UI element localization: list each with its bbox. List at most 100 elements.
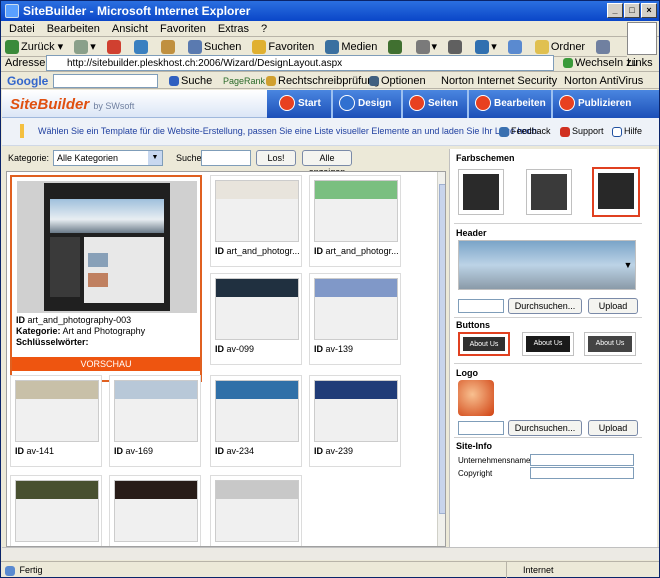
support-link[interactable]: Support <box>560 126 604 137</box>
home-button[interactable] <box>160 37 177 57</box>
messenger-button[interactable] <box>596 37 612 57</box>
step-separator <box>401 90 409 118</box>
template-card[interactable]: ID av-141 <box>10 375 102 467</box>
mail-button[interactable]: ▾ <box>415 37 437 57</box>
template-card[interactable]: ID art_and_photogr... <box>309 175 401 267</box>
home-icon <box>160 40 175 55</box>
google-search-input[interactable] <box>53 74 158 88</box>
back-button[interactable]: Zurück ▾ <box>5 37 63 57</box>
menu-help[interactable]: ? <box>255 21 273 37</box>
search-button[interactable]: Suchen <box>188 37 241 57</box>
menu-file[interactable]: Datei <box>3 21 41 37</box>
copyright-label: Copyright <box>458 469 493 478</box>
button-style-option-selected[interactable]: About Us <box>458 332 510 356</box>
logo-file-input[interactable] <box>458 421 504 435</box>
spellcheck-button[interactable]: Rechtschreibprüfung <box>266 72 380 90</box>
google-logo[interactable]: Google <box>7 72 48 90</box>
history-button[interactable] <box>388 37 404 57</box>
step-publish[interactable]: Publizieren <box>559 90 631 118</box>
template-card[interactable] <box>10 475 102 546</box>
horizontal-scrollbar[interactable] <box>2 547 659 560</box>
search-go-button[interactable]: Los! <box>256 150 296 166</box>
chevron-down-icon[interactable]: ▼ <box>620 240 636 290</box>
maximize-button[interactable]: □ <box>624 3 640 18</box>
button-style-option[interactable]: About Us <box>522 332 574 356</box>
step-pages[interactable]: Seiten <box>409 90 458 118</box>
norton-antivirus-button[interactable]: Norton AntiVirus <box>564 72 643 90</box>
help-link[interactable]: Hilfe <box>612 126 642 137</box>
close-button[interactable]: × <box>641 3 657 18</box>
links-button[interactable]: Links <box>627 55 653 71</box>
selected-template-card[interactable]: ID art_and_photography-003 Kategorie: Ar… <box>10 175 202 382</box>
color-scheme-option[interactable] <box>526 169 572 215</box>
template-card[interactable]: ID av-234 <box>210 375 302 467</box>
show-all-button[interactable]: Alle anzeigen <box>302 150 352 177</box>
minimize-button[interactable]: _ <box>607 3 623 18</box>
template-card[interactable]: ID av-139 <box>309 273 401 365</box>
feedback-icon <box>499 126 509 137</box>
sitebuilder-header: SiteBuilder by SWsoft Start Design Seite… <box>2 90 659 118</box>
category-select[interactable]: Alle Kategorien ▼ <box>53 150 163 166</box>
status-bar: Fertig Internet <box>1 561 659 578</box>
folders-button[interactable]: Ordner <box>534 37 585 57</box>
sitebuilder-logo: SiteBuilder by SWsoft <box>10 96 134 113</box>
feedback-link[interactable]: Feedback <box>499 126 551 137</box>
stop-button[interactable] <box>106 37 123 57</box>
template-card[interactable]: ID art_and_photogr... <box>210 175 302 267</box>
template-id: art_and_photography-003 <box>27 315 132 325</box>
template-search-input[interactable] <box>201 150 251 166</box>
divider <box>454 437 642 438</box>
template-card[interactable] <box>210 475 302 546</box>
menu-favorites[interactable]: Favoriten <box>154 21 212 37</box>
back-label: Zurück <box>21 41 55 53</box>
template-card[interactable]: ID av-099 <box>210 273 302 365</box>
address-input[interactable]: http://sitebuilder.pleskhost.ch:2006/Wiz… <box>46 55 554 71</box>
template-card[interactable]: ID av-169 <box>109 375 201 467</box>
scrollbar-thumb[interactable] <box>439 184 445 514</box>
refresh-button[interactable] <box>133 37 150 57</box>
preview-button[interactable]: VORSCHAU <box>12 357 200 371</box>
options-label: Optionen <box>381 75 426 87</box>
color-scheme-option[interactable] <box>458 169 504 215</box>
copyright-input[interactable] <box>530 467 634 479</box>
google-search-button[interactable]: Suche <box>169 72 212 90</box>
pagerank-indicator[interactable]: PageRank <box>223 72 265 90</box>
title-bar: SiteBuilder - Microsoft Internet Explore… <box>1 1 659 21</box>
template-card[interactable] <box>109 475 201 546</box>
template-card[interactable]: ID av-239 <box>309 375 401 467</box>
keywords-label: Schlüsselwörter: <box>16 337 89 347</box>
google-g-icon <box>169 76 179 87</box>
category-label: Kategorie: <box>16 326 61 336</box>
step-publish-label: Publizieren <box>578 98 632 109</box>
logo-preview[interactable] <box>458 380 494 416</box>
media-button[interactable]: Medien <box>325 37 377 57</box>
logo-browse-button[interactable]: Durchsuchen... <box>508 420 582 436</box>
gallery-scrollbar[interactable] <box>437 172 445 546</box>
menu-tools[interactable]: Extras <box>212 21 255 37</box>
header-image-preview[interactable] <box>458 240 636 290</box>
step-separator <box>551 90 559 118</box>
color-scheme-option-selected[interactable] <box>592 167 640 217</box>
header-file-input[interactable] <box>458 299 504 313</box>
logo-upload-button[interactable]: Upload <box>588 420 638 436</box>
button-style-option[interactable]: About Us <box>584 332 636 356</box>
edit-button[interactable]: ▾ <box>475 37 497 57</box>
menu-edit[interactable]: Bearbeiten <box>41 21 106 37</box>
template-thumbnail <box>314 278 398 340</box>
header-browse-button[interactable]: Durchsuchen... <box>508 298 582 314</box>
options-button[interactable]: Optionen <box>369 72 426 90</box>
zone-label: Internet <box>523 565 554 575</box>
menu-view[interactable]: Ansicht <box>106 21 154 37</box>
step-design[interactable]: Design <box>339 90 391 118</box>
step-edit[interactable]: Bearbeiten <box>475 90 546 118</box>
step-start[interactable]: Start <box>279 90 321 118</box>
discuss-button[interactable] <box>507 37 524 57</box>
forward-button[interactable]: ▾ <box>74 37 96 57</box>
norton-security-button[interactable]: Norton Internet Security <box>441 72 557 90</box>
header-upload-button[interactable]: Upload <box>588 298 638 314</box>
print-button[interactable] <box>448 37 464 57</box>
logo-heading: Logo <box>456 368 478 378</box>
company-name-input[interactable] <box>530 454 634 466</box>
refresh-icon <box>133 40 148 55</box>
favorites-button[interactable]: Favoriten <box>252 37 314 57</box>
